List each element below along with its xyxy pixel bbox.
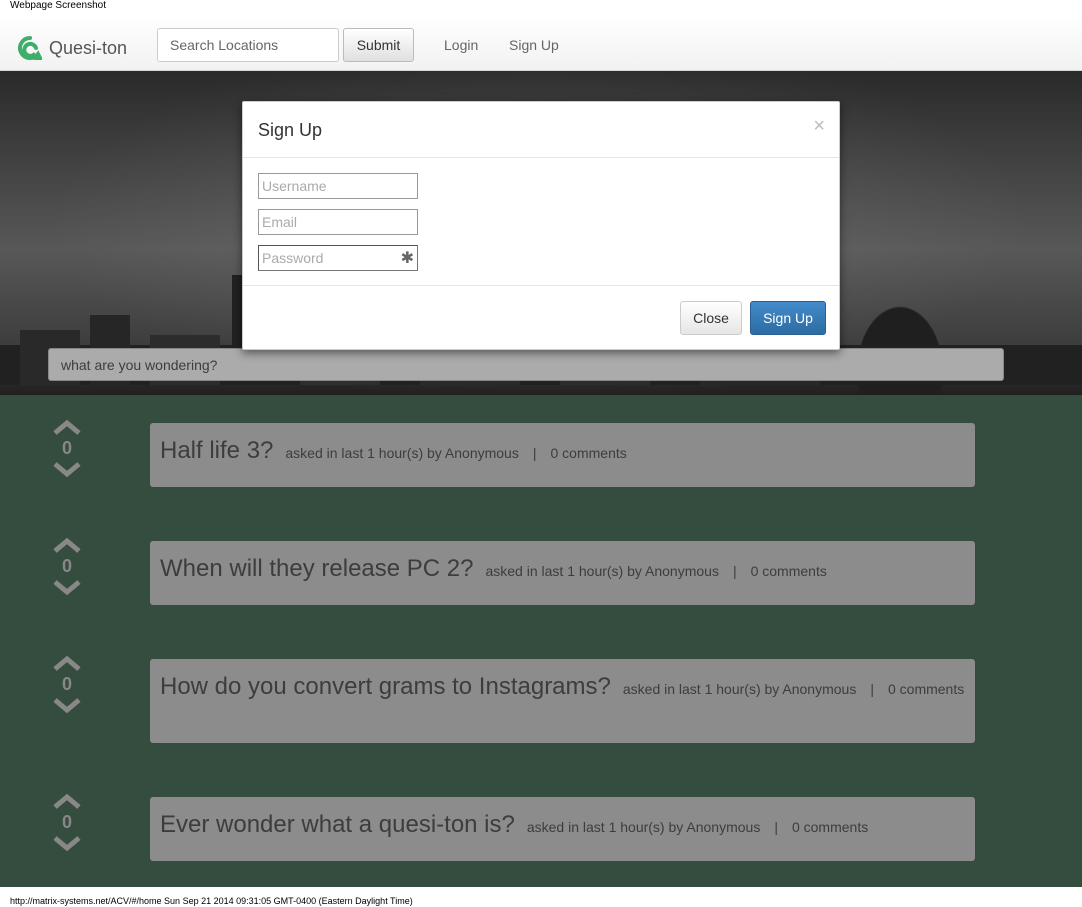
search-locations-input[interactable] (157, 28, 339, 62)
modal-header: Sign Up × (243, 102, 839, 158)
top-navbar: Quesi-ton Submit Login Sign Up (0, 14, 1082, 71)
login-link[interactable]: Login (444, 37, 478, 53)
brand[interactable]: Quesi-ton (18, 36, 127, 60)
signup-submit-button[interactable]: Sign Up (750, 301, 826, 335)
modal-title: Sign Up (258, 120, 323, 140)
close-button[interactable]: Close (680, 301, 742, 335)
email-field[interactable] (258, 209, 418, 235)
username-field[interactable] (258, 173, 418, 199)
page-caption: Webpage Screenshot (10, 0, 106, 11)
modal-body: ✱ (243, 158, 839, 286)
quesi-ton-logo-icon (18, 36, 42, 60)
brand-name: Quesi-ton (49, 37, 128, 58)
signup-link[interactable]: Sign Up (509, 37, 559, 53)
search-submit-button[interactable]: Submit (343, 28, 414, 62)
password-wrapper: ✱ (258, 245, 418, 271)
password-field[interactable] (258, 245, 418, 271)
password-key-icon: ✱ (400, 250, 414, 267)
close-icon[interactable]: × (813, 116, 825, 136)
signup-modal: Sign Up × ✱ Close Sign Up (242, 101, 840, 350)
footer-url: http://matrix-systems.net/ACV/#/home Sun… (10, 896, 413, 906)
